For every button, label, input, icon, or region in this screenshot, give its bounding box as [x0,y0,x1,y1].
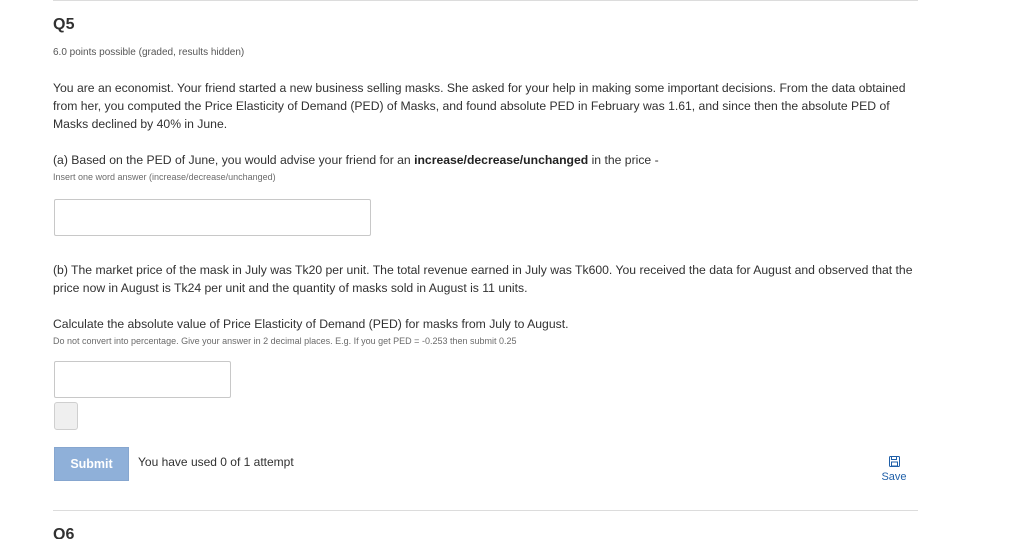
question-intro: You are an economist. Your friend starte… [53,81,906,131]
part-a-prefix: (a) Based on the PED of June, you would … [53,153,415,167]
next-question-title: Q6 [53,526,75,539]
attempts-counter: You have used 0 of 1 attempt [138,455,294,469]
part-b-prompt: (b) The market price of the mask in July… [53,263,913,295]
part-b-hint: Do not convert into percentage. Give you… [53,336,517,346]
question-title: Q5 [53,16,75,33]
part-a-hint: Insert one word answer (increase/decreas… [53,172,276,182]
bottom-divider [53,510,918,511]
submit-button[interactable]: Submit [54,447,129,481]
part-a-options: increase/decrease/unchanged [414,153,589,167]
part-a-answer-input[interactable] [54,199,371,236]
floppy-disk-icon [888,456,900,467]
part-b-answer-input[interactable] [54,361,231,398]
answer-status-indicator [54,402,78,430]
part-b-calc-prompt: Calculate the absolute value of Price El… [53,317,569,331]
part-a-prompt: (a) Based on the PED of June, you would … [53,151,659,169]
points-info: 6.0 points possible (graded, results hid… [53,47,245,58]
save-button[interactable]: Save [876,456,912,483]
top-divider [53,0,918,1]
part-a-suffix: in the price - [588,153,659,167]
problem-page: Q5 6.0 points possible (graded, results … [0,0,1033,539]
save-label: Save [881,471,907,483]
